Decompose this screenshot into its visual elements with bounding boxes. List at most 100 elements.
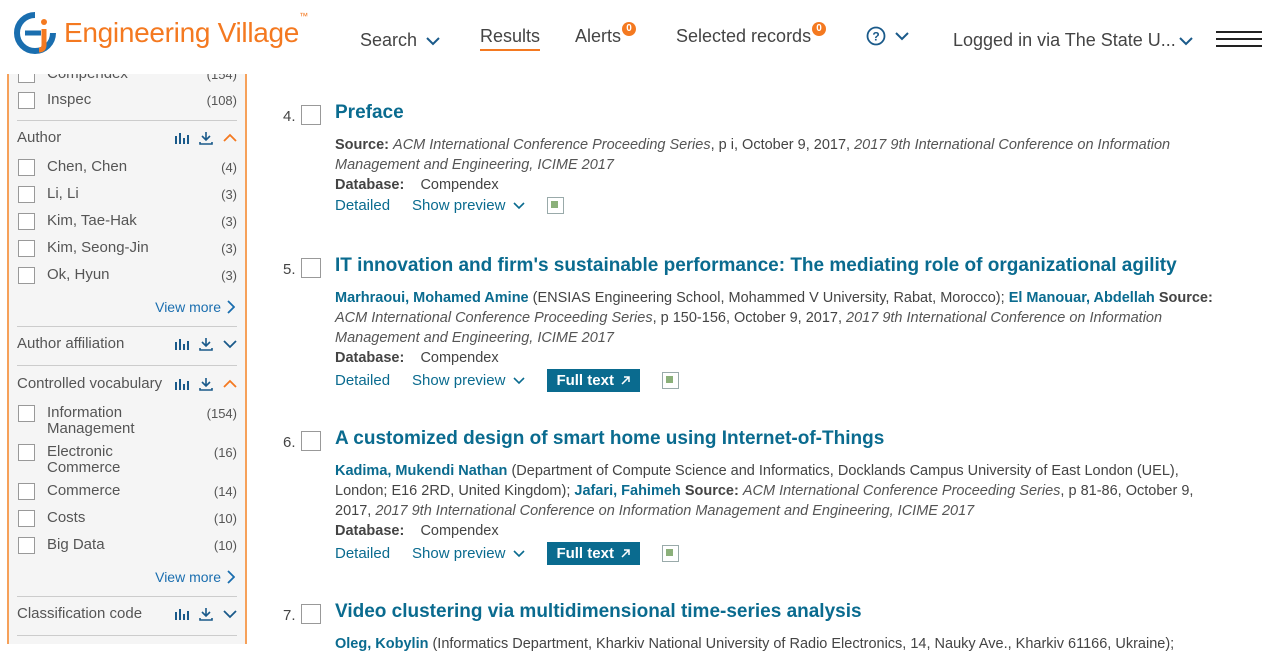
result-source: Source: ACM International Conference Pro…	[335, 137, 1171, 173]
chevron-down-icon	[513, 201, 526, 209]
chevron-right-icon	[227, 300, 235, 314]
author-link[interactable]: Marhraoui, Mohamed Amine	[335, 290, 529, 306]
result-actions: Detailed Show preview Full text	[335, 542, 679, 565]
external-link-icon	[621, 549, 630, 558]
broken-image-icon[interactable]	[661, 545, 679, 562]
chevron-down-icon[interactable]	[223, 339, 237, 349]
nav-alerts-label: Alerts	[575, 26, 622, 46]
divider	[17, 326, 237, 327]
facet-checkbox[interactable]	[18, 483, 35, 500]
result-number: 7.	[283, 607, 296, 624]
chevron-down-icon	[513, 376, 526, 384]
chevron-right-icon	[227, 570, 235, 584]
facet-checkbox[interactable]	[18, 92, 35, 109]
nav-search[interactable]: Search	[360, 30, 441, 51]
full-text-button[interactable]: Full text	[547, 369, 640, 392]
result-database: Database: Compendex	[335, 523, 499, 539]
divider	[17, 365, 237, 366]
facet-section-author-title[interactable]: Author	[17, 129, 61, 146]
divider	[17, 120, 237, 121]
facet-checkbox[interactable]	[18, 510, 35, 527]
full-text-button[interactable]: Full text	[547, 542, 640, 565]
result-database: Database: Compendex	[335, 350, 499, 366]
show-preview-link[interactable]: Show preview	[412, 545, 526, 562]
download-icon[interactable]	[199, 377, 213, 391]
nav-login[interactable]: Logged in via The State U...	[953, 30, 1194, 51]
svg-text:?: ?	[872, 30, 879, 44]
nav-selected-records[interactable]: Selected records 0	[676, 21, 827, 47]
chevron-down-icon[interactable]	[223, 609, 237, 619]
nav-help[interactable]: ?	[866, 26, 910, 46]
download-icon[interactable]	[199, 337, 213, 351]
facet-section-controlled-title[interactable]: Controlled vocabulary	[17, 375, 162, 392]
result-database: Database: Compendex	[335, 177, 499, 193]
facet-section-icons	[175, 607, 237, 621]
facet-section-affiliation-title[interactable]: Author affiliation	[17, 335, 124, 352]
result-title-link[interactable]: Video clustering via multidimensional ti…	[335, 601, 862, 623]
facet-section-icons	[175, 131, 237, 145]
facet-checkbox[interactable]	[18, 405, 35, 422]
result-checkbox[interactable]	[301, 258, 321, 278]
download-icon[interactable]	[199, 607, 213, 621]
facet-checkbox[interactable]	[18, 537, 35, 554]
menu-icon[interactable]	[1216, 31, 1262, 51]
broken-image-icon[interactable]	[547, 197, 565, 214]
author-view-more-link[interactable]: View more	[155, 299, 235, 315]
author-link[interactable]: Oleg, Kobylin	[335, 636, 428, 652]
result-title-link[interactable]: Preface	[335, 102, 404, 124]
show-preview-link[interactable]: Show preview	[412, 372, 526, 389]
download-icon[interactable]	[199, 131, 213, 145]
facet-checkbox[interactable]	[18, 74, 35, 83]
show-preview-link[interactable]: Show preview	[412, 197, 526, 214]
result-authors-source: Kadima, Mukendi Nathan (Department of Co…	[335, 463, 1194, 519]
nav-alerts[interactable]: Alerts 0	[575, 21, 637, 47]
controlled-view-more-link[interactable]: View more	[155, 569, 235, 585]
facet-checkbox[interactable]	[18, 444, 35, 461]
engineering-village-logo-icon	[14, 12, 56, 54]
login-label: Logged in via The State U...	[953, 30, 1176, 50]
result-number: 5.	[283, 261, 296, 278]
logo-text: Engineering Village™	[64, 11, 308, 48]
detailed-link[interactable]: Detailed	[335, 372, 390, 389]
author-link[interactable]: Kadima, Mukendi Nathan	[335, 463, 507, 479]
facet-checkbox[interactable]	[18, 159, 35, 176]
help-icon: ?	[866, 26, 886, 46]
divider	[17, 596, 237, 597]
facet-checkbox[interactable]	[18, 267, 35, 284]
divider	[17, 635, 237, 636]
facet-section-icons	[175, 377, 237, 391]
nav-selected-label: Selected records	[676, 26, 812, 46]
facet-checkbox[interactable]	[18, 213, 35, 230]
selected-count-badge: 0	[812, 21, 827, 36]
chart-icon[interactable]	[175, 607, 189, 621]
chart-icon[interactable]	[175, 131, 189, 145]
chevron-down-icon	[1179, 36, 1193, 45]
result-title-link[interactable]: IT innovation and firm's sustainable per…	[335, 255, 1177, 277]
logo[interactable]: Engineering Village™	[14, 11, 308, 54]
author-link[interactable]: El Manouar, Abdellah	[1009, 290, 1155, 306]
broken-image-icon[interactable]	[661, 372, 679, 389]
chevron-down-icon	[895, 32, 909, 41]
result-authors-source: Oleg, Kobylin (Informatics Department, K…	[335, 636, 1175, 652]
result-checkbox[interactable]	[301, 604, 321, 624]
facet-section-classification-title[interactable]: Classification code	[17, 605, 142, 622]
result-authors-source: Marhraoui, Mohamed Amine (ENSIAS Enginee…	[335, 290, 1213, 346]
facet-checkbox[interactable]	[18, 186, 35, 203]
detailed-link[interactable]: Detailed	[335, 545, 390, 562]
facet-section-icons	[175, 337, 237, 351]
result-number: 4.	[283, 108, 296, 125]
chevron-up-icon[interactable]	[223, 379, 237, 389]
top-header: Engineering Village™ Search Results Aler…	[0, 0, 1272, 74]
chevron-up-icon[interactable]	[223, 133, 237, 143]
detailed-link[interactable]: Detailed	[335, 197, 390, 214]
result-actions: Detailed Show preview	[335, 197, 565, 214]
result-checkbox[interactable]	[301, 105, 321, 125]
facet-checkbox[interactable]	[18, 240, 35, 257]
author-link[interactable]: Jafari, Fahimeh	[574, 483, 680, 499]
nav-results[interactable]: Results	[480, 26, 541, 51]
chart-icon[interactable]	[175, 337, 189, 351]
result-title-link[interactable]: A customized design of smart home using …	[335, 428, 884, 450]
result-actions: Detailed Show preview Full text	[335, 369, 679, 392]
result-checkbox[interactable]	[301, 431, 321, 451]
chart-icon[interactable]	[175, 377, 189, 391]
